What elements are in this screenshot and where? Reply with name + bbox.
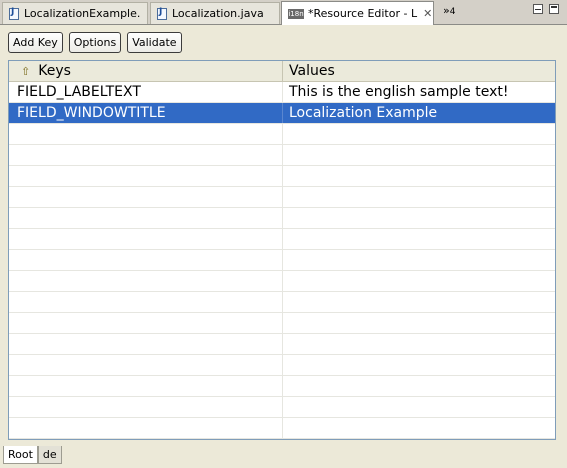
empty-table-row	[9, 397, 555, 418]
sort-ascending-icon: ⇧	[21, 64, 31, 78]
java-file-icon	[157, 7, 167, 20]
table-header: ⇧ Keys Values	[9, 61, 555, 82]
empty-value-cell	[283, 313, 555, 333]
empty-key-cell	[9, 124, 283, 144]
window-controls	[533, 4, 559, 14]
empty-value-cell	[283, 124, 555, 144]
empty-key-cell	[9, 418, 283, 438]
empty-value-cell	[283, 397, 555, 417]
empty-value-cell	[283, 376, 555, 396]
empty-value-cell	[283, 166, 555, 186]
table-body: FIELD_LABELTEXT This is the english samp…	[9, 82, 555, 440]
tab-label: Localization.java	[172, 7, 264, 20]
keys-column-header[interactable]: ⇧ Keys	[9, 61, 283, 81]
i18n-icon: i18n	[288, 8, 304, 19]
empty-table-row	[9, 208, 555, 229]
empty-value-cell	[283, 145, 555, 165]
empty-table-row	[9, 166, 555, 187]
value-cell: This is the english sample text!	[289, 84, 509, 100]
values-column-label: Values	[289, 63, 335, 79]
tab-localization-example[interactable]: LocalizationExample.	[2, 2, 148, 24]
empty-value-cell	[283, 271, 555, 291]
empty-key-cell	[9, 271, 283, 291]
empty-key-cell	[9, 166, 283, 186]
empty-table-row	[9, 187, 555, 208]
editor-tab-strip: LocalizationExample. Localization.java i…	[0, 0, 567, 25]
keys-column-label: Keys	[38, 63, 71, 79]
empty-key-cell	[9, 397, 283, 417]
overflow-count: 4	[449, 7, 456, 17]
locale-tab-root[interactable]: Root	[3, 446, 38, 464]
close-icon[interactable]: ✕	[423, 7, 432, 20]
locale-tab-de[interactable]: de	[37, 446, 62, 464]
table-row[interactable]: FIELD_LABELTEXT This is the english samp…	[9, 82, 555, 103]
add-key-button[interactable]: Add Key	[8, 32, 63, 53]
empty-table-row	[9, 229, 555, 250]
empty-value-cell	[283, 334, 555, 354]
empty-value-cell	[283, 250, 555, 270]
empty-value-cell	[283, 187, 555, 207]
empty-key-cell	[9, 292, 283, 312]
empty-table-row	[9, 292, 555, 313]
empty-key-cell	[9, 355, 283, 375]
empty-value-cell	[283, 418, 555, 438]
empty-value-cell	[283, 355, 555, 375]
empty-table-row	[9, 271, 555, 292]
empty-key-cell	[9, 229, 283, 249]
java-file-icon	[9, 7, 19, 20]
tab-resource-editor[interactable]: i18n *Resource Editor - L ✕	[281, 1, 434, 25]
empty-key-cell	[9, 187, 283, 207]
tab-localization-java[interactable]: Localization.java	[150, 2, 280, 24]
empty-value-cell	[283, 229, 555, 249]
empty-table-row	[9, 145, 555, 166]
empty-table-row	[9, 334, 555, 355]
value-cell: Localization Example	[289, 105, 438, 121]
empty-value-cell	[283, 208, 555, 228]
key-cell: FIELD_WINDOWTITLE	[9, 103, 283, 123]
empty-key-cell	[9, 439, 283, 440]
tab-label: *Resource Editor - L	[308, 7, 418, 20]
empty-table-row	[9, 376, 555, 397]
locale-tab-strip: Root de	[3, 446, 62, 464]
key-cell: FIELD_LABELTEXT	[9, 82, 283, 102]
resource-table: ⇧ Keys Values FIELD_LABELTEXT This is th…	[8, 60, 556, 440]
table-row[interactable]: FIELD_WINDOWTITLE Localization Example	[9, 103, 555, 124]
empty-value-cell	[283, 439, 555, 440]
editor-toolbar: Add Key Options Validate	[8, 32, 182, 53]
maximize-icon[interactable]	[549, 4, 559, 14]
minimize-icon[interactable]	[533, 4, 543, 14]
empty-table-row	[9, 355, 555, 376]
empty-value-cell	[283, 292, 555, 312]
empty-key-cell	[9, 250, 283, 270]
empty-key-cell	[9, 313, 283, 333]
empty-table-row	[9, 313, 555, 334]
chevron-right-icon: »	[443, 4, 450, 17]
values-column-header[interactable]: Values	[283, 61, 555, 81]
empty-key-cell	[9, 208, 283, 228]
tab-label: LocalizationExample.	[24, 7, 141, 20]
empty-key-cell	[9, 376, 283, 396]
empty-key-cell	[9, 145, 283, 165]
empty-table-row	[9, 439, 555, 440]
empty-table-row	[9, 250, 555, 271]
empty-key-cell	[9, 334, 283, 354]
empty-table-row	[9, 124, 555, 145]
tab-overflow-button[interactable]: »4	[443, 4, 455, 17]
empty-table-row	[9, 418, 555, 439]
validate-button[interactable]: Validate	[127, 32, 182, 53]
options-button[interactable]: Options	[68, 32, 122, 53]
